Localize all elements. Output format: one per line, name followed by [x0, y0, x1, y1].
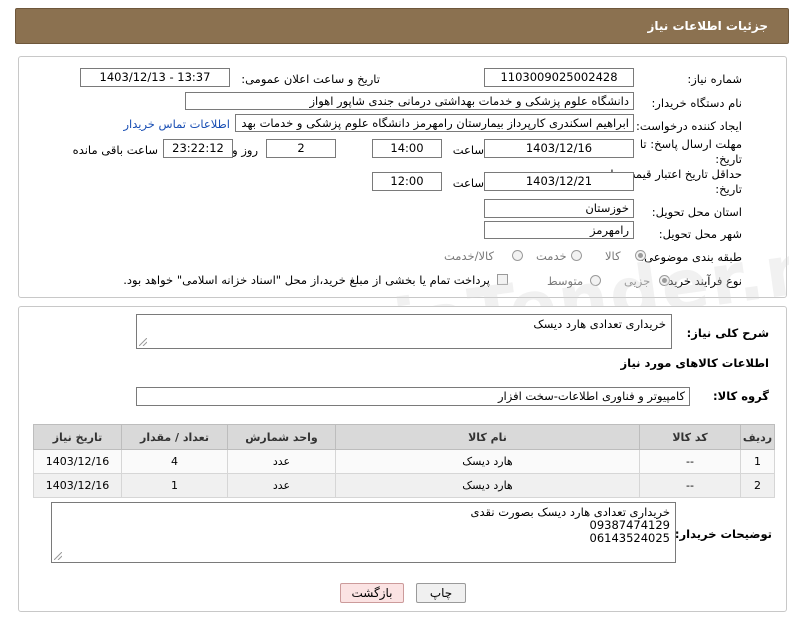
- cell-quantity: 1: [121, 473, 228, 498]
- resize-grip-icon: [139, 338, 147, 346]
- category-radio-service[interactable]: [571, 250, 582, 261]
- treasury-payment-checkbox[interactable]: [497, 274, 508, 285]
- cell-goods-code: --: [639, 473, 741, 498]
- announce-label: تاریخ و ساعت اعلان عمومی:: [241, 72, 380, 86]
- goods-group-field: کامپیوتر و فناوری اطلاعات-سخت افزار: [136, 387, 690, 406]
- need-number-label: شماره نیاز:: [687, 72, 742, 86]
- buyer-notes-label: توضیحات خریدار:: [674, 527, 772, 541]
- page-title: جزئیات اطلاعات نیاز: [647, 19, 768, 33]
- deadline-label-date: تاریخ:: [715, 152, 742, 166]
- buyer-notes-line: 09387474129: [589, 518, 670, 532]
- requester-field: ابراهیم اسکندری کارپرداز بیمارستان رامهر…: [235, 114, 634, 132]
- cell-need-date: 1403/12/16: [33, 449, 122, 474]
- cell-row-number: 1: [740, 449, 775, 474]
- cell-unit: عدد: [227, 449, 336, 474]
- remaining-time-field: 23:22:12: [163, 139, 233, 158]
- goods-table: ردیف کد کالا نام کالا واحد شمارش تعداد /…: [33, 424, 775, 498]
- table-row: 1 -- هارد دیسک عدد 4 1403/12/16: [33, 449, 775, 474]
- col-unit: واحد شمارش: [227, 424, 336, 450]
- goods-section-title: اطلاعات کالاهای مورد نیاز: [620, 356, 769, 370]
- cell-row-number: 2: [740, 473, 775, 498]
- summary-text: خریداری تعدادی هارد دیسک: [533, 317, 666, 331]
- col-goods-code: کد کالا: [639, 424, 741, 450]
- cell-quantity: 4: [121, 449, 228, 474]
- category-label: طبقه بندی موضوعی:: [640, 250, 742, 264]
- print-button[interactable]: چاپ: [416, 583, 466, 603]
- deadline-label: مهلت ارسال پاسخ: تا: [639, 137, 742, 151]
- cell-need-date: 1403/12/16: [33, 473, 122, 498]
- announce-field: 1403/12/13 - 13:37: [80, 68, 230, 87]
- process-option-minor: جزیی: [624, 274, 651, 288]
- category-radio-goods[interactable]: [635, 250, 646, 261]
- deadline-days-label: روز و: [232, 143, 258, 157]
- category-option-both: کالا/خدمت: [444, 249, 495, 263]
- col-need-date: تاریخ نیاز: [33, 424, 122, 450]
- buyer-notes-textarea[interactable]: خریداری تعدادی هارد دیسک بصورت نقدی 0938…: [51, 502, 676, 563]
- table-row: 2 -- هارد دیسک عدد 1 1403/12/16: [33, 473, 775, 498]
- deadline-time-label: ساعت: [452, 143, 484, 157]
- buyer-notes-line: 06143524025: [589, 531, 670, 545]
- cell-goods-name: هارد دیسک: [335, 449, 640, 474]
- process-option-medium: متوسط: [547, 274, 584, 288]
- process-radio-minor[interactable]: [659, 275, 670, 286]
- table-header-row: ردیف کد کالا نام کالا واحد شمارش تعداد /…: [33, 424, 775, 450]
- summary-textarea[interactable]: خریداری تعدادی هارد دیسک: [136, 314, 672, 349]
- category-option-service: خدمت: [536, 249, 567, 263]
- cell-goods-code: --: [639, 449, 741, 474]
- back-button[interactable]: بازگشت: [340, 583, 404, 603]
- deadline-days-field: 2: [266, 139, 336, 158]
- resize-grip-icon: [54, 552, 62, 560]
- category-option-goods: کالا: [605, 249, 621, 263]
- city-label: شهر محل تحویل:: [658, 227, 742, 241]
- requester-label: ایجاد کننده درخواست:: [636, 119, 742, 133]
- validity-time-field: 12:00: [372, 172, 442, 191]
- buyer-contact-link[interactable]: اطلاعات تماس خریدار: [123, 117, 230, 131]
- page-header: جزئیات اطلاعات نیاز: [15, 8, 789, 44]
- validity-label-date: تاریخ:: [715, 182, 742, 196]
- validity-date-field: 1403/12/21: [484, 172, 634, 191]
- city-field: رامهرمز: [484, 221, 634, 239]
- province-label: استان محل تحویل:: [651, 205, 742, 219]
- buyer-org-field: دانشگاه علوم پزشکی و خدمات بهداشتی درمان…: [185, 92, 634, 110]
- remaining-time-label: ساعت باقی مانده: [72, 143, 158, 157]
- validity-time-label: ساعت: [452, 176, 484, 190]
- cell-goods-name: هارد دیسک: [335, 473, 640, 498]
- buyer-notes-line: خریداری تعدادی هارد دیسک بصورت نقدی: [470, 505, 671, 519]
- goods-group-label: گروه کالا:: [713, 389, 769, 403]
- col-quantity: تعداد / مقدار: [121, 424, 228, 450]
- cell-unit: عدد: [227, 473, 336, 498]
- col-goods-name: نام کالا: [335, 424, 640, 450]
- buyer-org-label: نام دستگاه خریدار:: [651, 96, 742, 110]
- col-row-number: ردیف: [740, 424, 775, 450]
- process-radio-medium[interactable]: [590, 275, 601, 286]
- treasury-payment-note: پرداخت تمام یا بخشی از مبلغ خرید،از محل …: [123, 273, 490, 287]
- category-radio-both[interactable]: [512, 250, 523, 261]
- need-number-field: 1103009025002428: [484, 68, 634, 87]
- province-field: خوزستان: [484, 199, 634, 218]
- deadline-time-field: 14:00: [372, 139, 442, 158]
- deadline-date-field: 1403/12/16: [484, 139, 634, 158]
- summary-label: شرح کلی نیاز:: [686, 326, 769, 340]
- process-label: نوع فرآیند خرید :: [660, 274, 742, 288]
